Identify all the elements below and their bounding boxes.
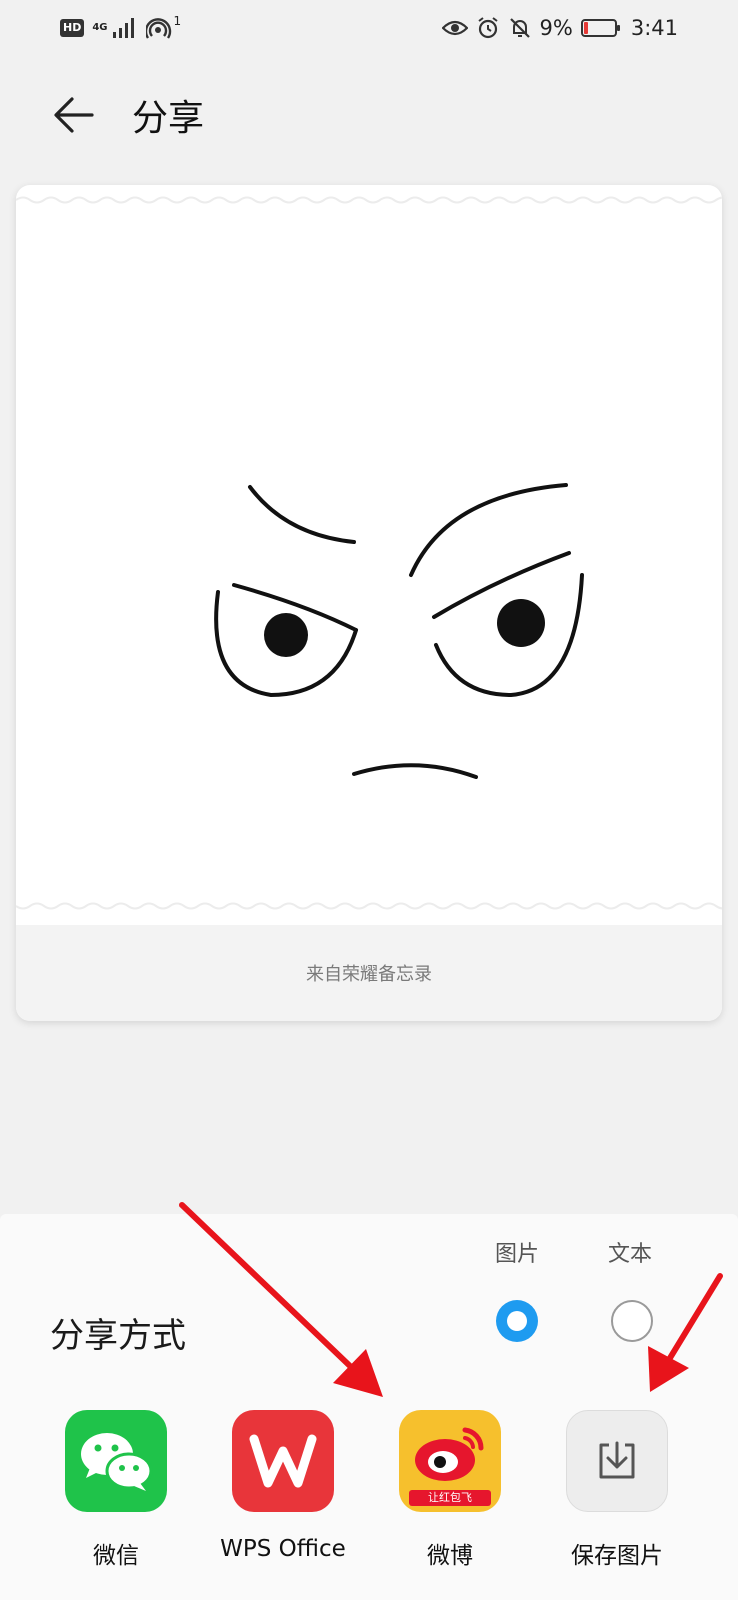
clock: 3:41 — [630, 16, 678, 40]
card-footer: 来自荣耀备忘录 — [16, 925, 722, 1021]
share-target-save-image[interactable]: 保存图片 — [552, 1410, 682, 1570]
app-header: 分享 — [0, 70, 738, 160]
battery-percent: 9% — [539, 16, 573, 40]
source-caption: 来自荣耀备忘录 — [306, 964, 432, 985]
format-label-text: 文本 — [608, 1242, 653, 1267]
mute-icon — [509, 18, 530, 38]
format-radio-text[interactable] — [611, 1300, 653, 1342]
right-pupil — [497, 599, 545, 647]
share-target-weibo[interactable]: 让红包飞 微博 — [385, 1410, 515, 1570]
share-target-wechat[interactable]: 微信 — [51, 1410, 181, 1570]
status-bar-right: 9% 3:41 — [441, 16, 678, 40]
share-preview-card: 来自荣耀备忘录 — [16, 185, 722, 1021]
status-bar: HD 4G 1 9% 3:41 — [0, 0, 738, 56]
share-method-label: 分享方式 — [50, 1316, 186, 1356]
share-target-label: 微博 — [427, 1543, 473, 1569]
share-target-label: 微信 — [93, 1543, 139, 1569]
hd-badge: HD — [60, 19, 85, 37]
share-target-label: WPS Office — [220, 1536, 346, 1562]
status-bar-left: HD 4G 1 — [60, 14, 182, 40]
back-arrow-icon — [54, 97, 94, 133]
format-radio-image[interactable] — [496, 1300, 538, 1342]
weibo-icon: 让红包飞 — [399, 1410, 501, 1512]
share-sheet: 图片 文本 分享方式 微信 WPS Office 让红包飞 微博 保存图片 — [0, 1214, 738, 1600]
share-target-label: 保存图片 — [571, 1543, 663, 1569]
share-target-wps-office[interactable]: WPS Office — [218, 1410, 348, 1562]
save-image-icon — [566, 1410, 668, 1512]
network-type: 4G — [92, 22, 108, 33]
sketch-drawing — [214, 483, 584, 779]
alarm-icon — [477, 17, 498, 39]
battery-icon — [580, 19, 620, 37]
wechat-icon — [65, 1410, 167, 1512]
left-pupil — [264, 613, 308, 657]
signal-icon — [112, 18, 134, 38]
torn-edge-bottom — [16, 902, 722, 910]
back-button[interactable] — [50, 91, 98, 139]
wps-icon — [232, 1410, 334, 1512]
hotspot-icon — [145, 18, 171, 39]
page-title: 分享 — [132, 98, 205, 139]
weibo-badge-text: 让红包飞 — [428, 1491, 472, 1504]
hotspot-count: 1 — [173, 14, 182, 28]
eye-comfort-icon — [441, 20, 468, 36]
format-label-image: 图片 — [495, 1242, 540, 1267]
